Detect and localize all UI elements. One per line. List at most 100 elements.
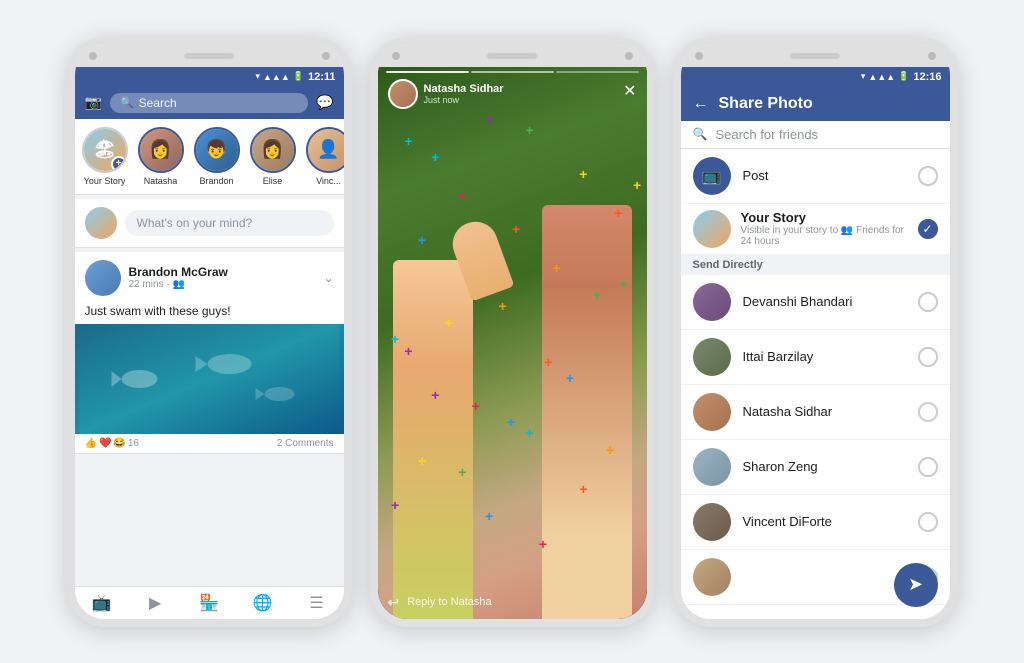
phone-top-bar-3: [681, 45, 950, 67]
sharon-avatar: [693, 448, 731, 486]
sharon-name: Sharon Zeng: [743, 459, 906, 474]
devanshi-radio[interactable]: [918, 292, 938, 312]
front-camera-2: [392, 52, 400, 60]
post-author-name: Brandon McGraw: [129, 265, 316, 279]
share-item-vincent[interactable]: Vincent DiForte: [681, 495, 950, 550]
story-user-info: Natasha Sidhar Just now: [388, 79, 504, 109]
sensor-3: [928, 52, 936, 60]
post-menu-icon[interactable]: ⌄: [323, 271, 333, 285]
story-your[interactable]: 🏖 + Your Story: [81, 127, 129, 186]
share-item-natasha[interactable]: Natasha Sidhar: [681, 385, 950, 440]
your-story-info: Your Story Visible in your story to 👥 Fr…: [741, 210, 908, 247]
sharon-radio[interactable]: [918, 457, 938, 477]
vincent-avatar: [693, 503, 731, 541]
share-item-post[interactable]: 📺 Post: [681, 149, 950, 204]
whats-on-mind-bar[interactable]: What's on your mind?: [75, 199, 344, 248]
elise-label: Elise: [263, 176, 283, 186]
nav-home[interactable]: 📺: [75, 593, 129, 613]
send-directly-label: Send Directly: [681, 255, 950, 275]
status-bar-3: ▾ ▲▲▲ 🔋 12:16: [681, 67, 950, 87]
signal-icon: ▲▲▲: [263, 72, 290, 82]
nav-marketplace[interactable]: 🏪: [182, 593, 236, 613]
post-meta: 22 mins · 👥: [129, 279, 316, 290]
your-story-sub: Visible in your story to 👥 Friends for 2…: [741, 225, 908, 247]
brandon-story-avatar: 👦: [194, 127, 240, 173]
natasha-radio[interactable]: [918, 402, 938, 422]
fb-header: 📷 🔍 Search 💬: [75, 87, 344, 119]
progress-bar-1: [386, 71, 469, 73]
messenger-icon[interactable]: 💬: [316, 94, 333, 111]
story-elise[interactable]: 👩 Elise: [249, 127, 297, 186]
story-background: [378, 67, 647, 619]
search-icon: 🔍: [120, 96, 134, 109]
nav-video[interactable]: ▶: [128, 593, 182, 613]
reaction-icons: 👍 ❤️ 😂 16: [85, 438, 139, 449]
progress-bar-2: [471, 71, 554, 73]
natasha-story-avatar: 👩: [138, 127, 184, 173]
share-title: Share Photo: [719, 95, 938, 113]
wifi-icon-3: ▾: [861, 71, 866, 82]
share-header: ← Share Photo: [681, 87, 950, 121]
send-button[interactable]: ➤: [894, 563, 938, 607]
like-icon: 👍: [85, 438, 97, 449]
ittai-radio[interactable]: [918, 347, 938, 367]
post-icon-wrap: 📺: [693, 157, 731, 195]
elise-img: 👩: [252, 129, 294, 171]
share-item-your-story[interactable]: Your Story Visible in your story to 👥 Fr…: [681, 204, 950, 255]
vincent-name: Vincent DiForte: [743, 514, 906, 529]
share-item-devanshi[interactable]: Devanshi Bhandari: [681, 275, 950, 330]
search-bar[interactable]: 🔍 Search: [110, 93, 308, 113]
last-avatar: [693, 558, 731, 596]
vincent-radio[interactable]: [918, 512, 938, 532]
camera-icon[interactable]: 📷: [85, 94, 102, 111]
share-item-sharon[interactable]: Sharon Zeng: [681, 440, 950, 495]
status-icons-1: ▾ ▲▲▲ 🔋: [255, 71, 303, 82]
share-search-bar[interactable]: 🔍 Search for friends: [681, 121, 950, 149]
natasha-share-name: Natasha Sidhar: [743, 404, 906, 419]
phone-top-bar-2: [378, 45, 647, 67]
your-story-share-avatar: [693, 210, 731, 248]
post-text: Just swam with these guys!: [75, 304, 344, 324]
post-label: Post: [743, 168, 906, 183]
your-story-label: Your Story: [84, 176, 126, 186]
phone-2: ++++++++++++++++++++++++++++++ Natasha S…: [370, 37, 655, 627]
story-user-details: Natasha Sidhar Just now: [424, 83, 504, 105]
post-audience-icon: · 👥: [167, 279, 186, 290]
status-bar-1: ▾ ▲▲▲ 🔋 12:11: [75, 67, 344, 87]
story-person-right: [542, 205, 632, 619]
search-friends-input[interactable]: Search for friends: [715, 127, 937, 142]
story-close-btn[interactable]: ✕: [623, 81, 636, 101]
wifi-icon: ▾: [255, 71, 260, 82]
share-item-ittai[interactable]: Ittai Barzilay: [681, 330, 950, 385]
story-natasha[interactable]: 👩 Natasha: [137, 127, 185, 186]
nav-groups[interactable]: 🌐: [236, 593, 290, 613]
speaker-2: [487, 53, 537, 59]
nav-menu[interactable]: ☰: [290, 593, 344, 613]
post-radio[interactable]: [918, 166, 938, 186]
devanshi-avatar: [693, 283, 731, 321]
reply-text: Reply to Natasha: [407, 596, 491, 608]
natasha-share-avatar: [693, 393, 731, 431]
share-screen: ← Share Photo 🔍 Search for friends 📺 Pos…: [681, 87, 950, 619]
post-author-avatar: [85, 260, 121, 296]
post-time: 22 mins: [129, 279, 164, 290]
mind-input[interactable]: What's on your mind?: [125, 210, 334, 236]
feed-spacer: [75, 454, 344, 586]
ittai-name: Ittai Barzilay: [743, 349, 906, 364]
sensor-2: [625, 52, 633, 60]
love-icon: ❤️: [99, 438, 111, 449]
battery-icon-3: 🔋: [898, 71, 909, 82]
sensor-1: [322, 52, 330, 60]
story-vince[interactable]: 👤 Vinc...: [305, 127, 344, 186]
back-button[interactable]: ←: [693, 95, 709, 113]
phone-1: ▾ ▲▲▲ 🔋 12:11 📷 🔍 Search 💬 🏖 + Your Stor…: [67, 37, 352, 627]
your-story-avatar: 🏖 +: [82, 127, 128, 173]
post-header: Brandon McGraw 22 mins · 👥 ⌄: [75, 252, 344, 304]
send-icon: ➤: [908, 574, 923, 595]
your-story-radio[interactable]: ✓: [918, 219, 938, 239]
story-brandon[interactable]: 👦 Brandon: [193, 127, 241, 186]
speaker-1: [184, 53, 234, 59]
vince-label: Vinc...: [316, 176, 341, 186]
post-image: [75, 324, 344, 434]
reply-icon: ↩: [388, 594, 400, 611]
